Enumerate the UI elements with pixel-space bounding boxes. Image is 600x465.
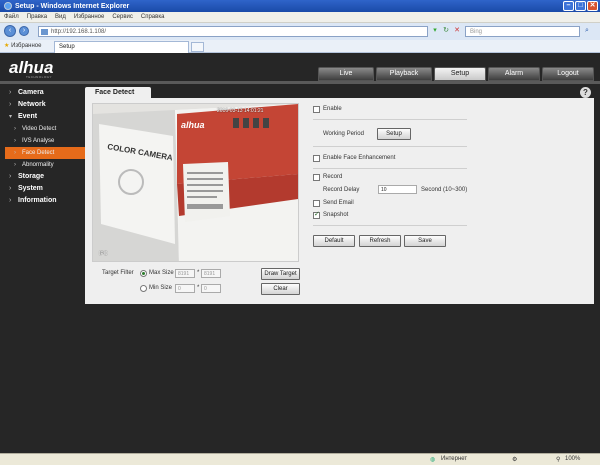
address-url: http://192.168.1.108/ bbox=[51, 29, 107, 35]
min-size-radio[interactable] bbox=[140, 285, 147, 294]
snapshot-checkbox[interactable] bbox=[313, 210, 320, 219]
menu-item-tools[interactable]: Сервис bbox=[112, 14, 133, 20]
menu-item-help[interactable]: Справка bbox=[141, 14, 165, 20]
minimize-button[interactable]: – bbox=[563, 1, 574, 11]
sidebar-item-network[interactable]: Network bbox=[5, 99, 85, 111]
search-input[interactable]: Bing bbox=[465, 26, 580, 37]
max-size-label: Max Size bbox=[149, 270, 174, 276]
stop-icon[interactable]: ✕ bbox=[452, 26, 462, 37]
target-filter-label: Target Filter bbox=[102, 270, 134, 276]
address-row: ‹ › http://192.168.1.108/ ▾ ↻ ✕ Bing ⌕ bbox=[0, 23, 600, 40]
min-width-input[interactable]: 0 bbox=[175, 284, 195, 293]
record-delay-label: Record Delay bbox=[323, 187, 360, 193]
status-bar: ◍ Интернет ⚙ ⚲ 100% bbox=[0, 453, 600, 465]
send-email-checkbox[interactable] bbox=[313, 200, 320, 207]
sidebar-item-ivs-analyse[interactable]: IVS Analyse bbox=[5, 135, 85, 147]
sidebar-item-abnormality[interactable]: Abnormality bbox=[5, 159, 85, 171]
record-delay-input[interactable]: 10 bbox=[378, 185, 417, 194]
browser-tab[interactable]: Setup bbox=[54, 41, 189, 53]
menu-item-favorites[interactable]: Избранное bbox=[74, 14, 104, 20]
min-size-label: Min Size bbox=[149, 285, 173, 291]
divider bbox=[313, 119, 467, 120]
working-period-label: Working Period bbox=[323, 131, 364, 137]
favorites-button[interactable]: ★ Избранное bbox=[4, 42, 41, 49]
help-icon[interactable]: ? bbox=[580, 87, 591, 98]
menu-item-file[interactable]: Файл bbox=[4, 14, 19, 20]
ie-icon bbox=[4, 2, 12, 10]
max-height-input[interactable]: 8191 bbox=[201, 269, 221, 278]
sidebar-item-storage[interactable]: Storage bbox=[5, 171, 85, 183]
favorites-bar: ★ Избранное Setup bbox=[0, 40, 600, 53]
window-title-bar: Setup - Windows Internet Explorer – □ ✕ bbox=[0, 0, 600, 12]
save-button[interactable]: Save bbox=[404, 235, 446, 247]
forward-button[interactable]: › bbox=[19, 26, 29, 36]
main-nav: Live Playback Setup Alarm Logout bbox=[318, 67, 594, 81]
sidebar-item-face-detect[interactable]: Face Detect bbox=[5, 147, 85, 159]
refresh-button[interactable]: Refresh bbox=[359, 235, 401, 247]
min-times-sign: * bbox=[197, 285, 200, 291]
svg-text:alhua: alhua bbox=[181, 120, 205, 130]
default-button[interactable]: Default bbox=[313, 235, 355, 247]
enable-checkbox[interactable] bbox=[313, 106, 320, 113]
divider bbox=[313, 225, 467, 226]
face-enhancement-label: Enable Face Enhancement bbox=[323, 155, 396, 161]
window-title: Setup - Windows Internet Explorer bbox=[15, 2, 130, 10]
video-preview[interactable]: COLOR CAMERA alhua 2016-03-13 14:01:21 I… bbox=[92, 103, 299, 262]
protected-mode-icon: ⚙ bbox=[512, 457, 518, 463]
max-times-sign: * bbox=[197, 270, 200, 276]
status-zoom[interactable]: 100% bbox=[565, 456, 580, 462]
sidebar-item-event[interactable]: Event bbox=[5, 111, 85, 123]
record-checkbox[interactable] bbox=[313, 174, 320, 181]
record-label: Record bbox=[323, 174, 343, 180]
sidebar-item-information[interactable]: Information bbox=[5, 195, 85, 207]
max-width-input[interactable]: 8191 bbox=[175, 269, 195, 278]
back-button[interactable]: ‹ bbox=[4, 25, 16, 37]
nav-live[interactable]: Live bbox=[318, 67, 374, 81]
draw-target-button[interactable]: Draw Target bbox=[261, 268, 300, 280]
maximize-button[interactable]: □ bbox=[575, 1, 586, 11]
nav-setup[interactable]: Setup bbox=[434, 67, 486, 81]
nav-underline bbox=[0, 81, 600, 84]
star-icon: ★ bbox=[4, 43, 10, 49]
video-osd-channel: IPC bbox=[99, 251, 108, 257]
new-tab-button[interactable] bbox=[191, 42, 204, 52]
send-email-label: Send Email bbox=[323, 200, 354, 206]
min-height-input[interactable]: 0 bbox=[201, 284, 221, 293]
nav-logout[interactable]: Logout bbox=[542, 67, 594, 81]
search-icon[interactable]: ⌕ bbox=[582, 26, 592, 37]
video-osd-time: 2016-03-13 14:01:21 bbox=[217, 108, 264, 114]
clear-button[interactable]: Clear bbox=[261, 283, 300, 295]
camera-scene: COLOR CAMERA alhua bbox=[93, 104, 298, 261]
nav-alarm[interactable]: Alarm bbox=[488, 67, 540, 81]
menu-bar: Файл Правка Вид Избранное Сервис Справка bbox=[0, 12, 600, 23]
go-icon[interactable]: ▾ bbox=[430, 26, 440, 37]
enable-label: Enable bbox=[323, 106, 342, 112]
page-icon bbox=[41, 29, 48, 35]
address-bar[interactable]: http://192.168.1.108/ bbox=[38, 26, 428, 37]
status-zone: Интернет bbox=[441, 456, 468, 462]
face-enhancement-checkbox[interactable] bbox=[313, 155, 320, 162]
nav-playback[interactable]: Playback bbox=[376, 67, 432, 81]
menu-item-edit[interactable]: Правка bbox=[27, 14, 47, 20]
globe-icon: ◍ bbox=[430, 457, 436, 463]
working-period-setup-button[interactable]: Setup bbox=[377, 128, 411, 140]
sidebar: Camera Network Event Video Detect IVS An… bbox=[5, 87, 85, 207]
zoom-icon: ⚲ bbox=[556, 457, 561, 463]
snapshot-label: Snapshot bbox=[323, 212, 349, 218]
divider bbox=[313, 146, 467, 147]
max-size-radio[interactable] bbox=[140, 270, 147, 279]
divider bbox=[313, 168, 467, 169]
sidebar-item-video-detect[interactable]: Video Detect bbox=[5, 123, 85, 135]
refresh-icon[interactable]: ↻ bbox=[441, 26, 451, 37]
menu-item-view[interactable]: Вид bbox=[55, 14, 66, 20]
sidebar-item-camera[interactable]: Camera bbox=[5, 87, 85, 99]
brand-tagline: TECHNOLOGY bbox=[26, 75, 53, 79]
record-delay-unit: Second (10~300) bbox=[421, 187, 468, 193]
close-button[interactable]: ✕ bbox=[587, 1, 598, 11]
sidebar-item-system[interactable]: System bbox=[5, 183, 85, 195]
